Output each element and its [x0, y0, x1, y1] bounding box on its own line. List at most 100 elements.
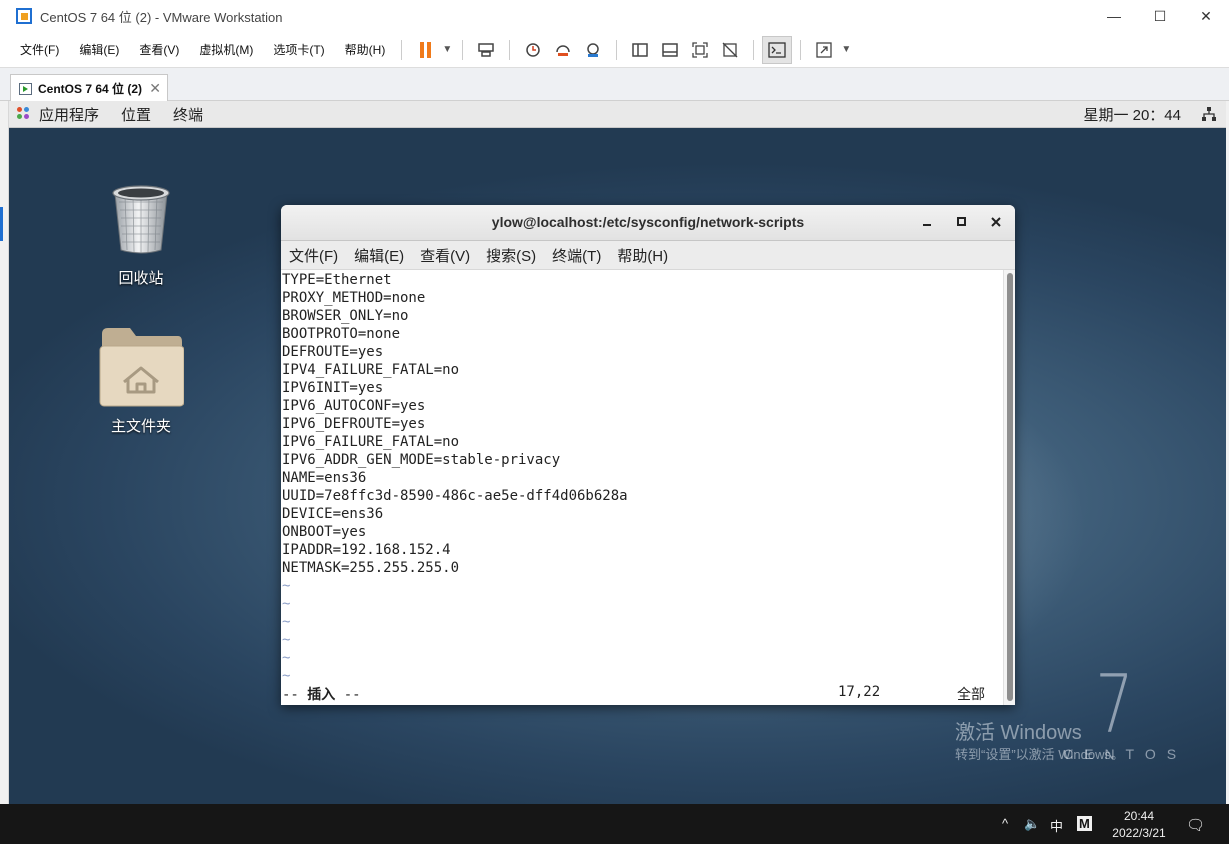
file-line: DEVICE=ens36: [282, 506, 384, 522]
terminal-menu-terminal[interactable]: 终端(T): [552, 245, 601, 266]
trash-icon: [112, 185, 170, 254]
empty-line-marker: ~: [282, 596, 291, 612]
centos-version-watermark: 7: [1095, 658, 1134, 751]
terminal-menu-edit[interactable]: 编辑(E): [354, 245, 404, 266]
home-label: 主文件夹: [110, 418, 171, 435]
gnome-clock[interactable]: 星期一 20：44: [1083, 104, 1181, 125]
windows-taskbar: ^ 🔈 中 M 20:44 2022/3/21 🗨: [0, 804, 1229, 844]
file-line: ONBOOT=yes: [282, 524, 367, 540]
terminal-icon: [768, 41, 786, 58]
minimize-button[interactable]: —: [1091, 0, 1137, 32]
network-icon[interactable]: [1202, 107, 1216, 121]
terminal-titlebar[interactable]: ylow@localhost:/etc/sysconfig/network-sc…: [281, 205, 1015, 241]
close-button[interactable]: ✕: [1183, 0, 1229, 32]
scroll-position: 全部: [957, 687, 985, 703]
menu-view[interactable]: 查看(V): [131, 41, 187, 58]
maximize-button[interactable]: ☐: [1137, 0, 1183, 32]
taskbar-date: 2022/3/21: [1112, 826, 1166, 840]
terminal-window-controls: [919, 213, 1005, 231]
snapshot-manager-icon: [587, 42, 600, 57]
menu-tabs[interactable]: 选项卡(T): [265, 41, 332, 58]
terminal-minimize-button[interactable]: [919, 213, 937, 231]
stretch-guest-button[interactable]: [809, 36, 839, 64]
stretch-dropdown-icon[interactable]: ▼: [839, 36, 853, 64]
file-line: UUID=7e8ffc3d-8590-486c-ae5e-dff4d06b628…: [282, 488, 628, 504]
revert-snapshot-button[interactable]: [548, 36, 578, 64]
desktop-icon-home[interactable]: 主文件夹: [81, 324, 201, 436]
revert-snapshot-icon: [556, 44, 571, 56]
pause-icon: [419, 41, 431, 58]
tab-close-icon[interactable]: ✕: [149, 80, 161, 97]
tray-chevron-icon[interactable]: ^: [1002, 816, 1008, 831]
menu-vm[interactable]: 虚拟机(M): [191, 41, 261, 58]
file-line: IPV6_FAILURE_FATAL=no: [282, 434, 460, 450]
mode-prefix: --: [282, 687, 308, 703]
menu-edit[interactable]: 编辑(E): [71, 41, 127, 58]
snapshot-button[interactable]: [518, 36, 548, 64]
terminal-window[interactable]: ylow@localhost:/etc/sysconfig/network-sc…: [281, 205, 1015, 705]
maximize-icon: [957, 217, 966, 226]
file-line: IPV4_FAILURE_FATAL=no: [282, 362, 460, 378]
toolbar-divider: [462, 39, 464, 60]
full-screen-button[interactable]: [685, 36, 715, 64]
toolbar-divider: [800, 39, 802, 60]
window-title: CentOS 7 64 位 (2) - VMware Workstation: [40, 9, 283, 25]
terminal-menu-view[interactable]: 查看(V): [420, 245, 470, 266]
scrollbar-thumb[interactable]: [1007, 273, 1013, 701]
send-ctrl-alt-del-button[interactable]: [471, 36, 501, 64]
terminal-text-area[interactable]: TYPE=Ethernet PROXY_METHOD=none BROWSER_…: [281, 270, 1003, 705]
terminal-maximize-button[interactable]: [953, 213, 971, 231]
menu-help[interactable]: 帮助(H): [337, 41, 394, 58]
file-line: IPV6_AUTOCONF=yes: [282, 398, 426, 414]
vim-mode-indicator: -- 插入 --: [282, 684, 361, 704]
file-line: IPADDR=192.168.152.4: [282, 542, 451, 558]
terminal-close-button[interactable]: [987, 213, 1005, 231]
terminal-menu-search[interactable]: 搜索(S): [486, 245, 536, 266]
file-line: TYPE=Ethernet: [282, 272, 392, 288]
terminal-menu-help[interactable]: 帮助(H): [617, 245, 668, 266]
desktop-icon-trash[interactable]: 回收站: [81, 180, 201, 288]
cursor-position: 17,22: [838, 684, 881, 700]
file-line: NAME=ens36: [282, 470, 367, 486]
file-line: BOOTPROTO=none: [282, 326, 401, 342]
pause-button[interactable]: [410, 36, 440, 64]
ime-mode-icon[interactable]: M: [1077, 816, 1092, 831]
file-line: PROXY_METHOD=none: [282, 290, 426, 306]
power-dropdown-icon[interactable]: ▼: [440, 36, 454, 64]
sidebar-layout-icon: [632, 42, 649, 57]
bottom-panel-icon: [662, 42, 679, 57]
terminal-title: ylow@localhost:/etc/sysconfig/network-sc…: [491, 214, 805, 230]
unity-button[interactable]: [715, 36, 745, 64]
show-library-button[interactable]: [625, 36, 655, 64]
terminal-scrollbar[interactable]: [1003, 270, 1015, 705]
home-folder-icon: [99, 328, 185, 407]
vmware-logo-icon: [16, 8, 32, 24]
terminal-menu-file[interactable]: 文件(F): [289, 245, 338, 266]
vm-tab[interactable]: CentOS 7 64 位 (2) ✕: [10, 74, 168, 102]
console-view-button[interactable]: [762, 35, 793, 64]
toolbar-divider: [753, 39, 755, 60]
empty-line-marker: ~: [282, 614, 291, 630]
activate-windows-hint: 转到“设置”以激活 Windows。: [955, 747, 1125, 762]
notification-icon[interactable]: 🗨: [1186, 816, 1205, 834]
file-line: IPV6_ADDR_GEN_MODE=stable-privacy: [282, 452, 561, 468]
applications-icon: [17, 107, 31, 121]
vm-tab-label: CentOS 7 64 位 (2): [38, 82, 143, 96]
menu-file[interactable]: 文件(F): [12, 41, 67, 58]
minimize-icon: [923, 224, 931, 226]
toolbar-divider: [509, 39, 511, 60]
volume-icon[interactable]: 🔈: [1024, 816, 1040, 832]
vim-status-line: -- 插入 -- 17,22 全部: [281, 684, 1003, 704]
unity-icon: [722, 42, 738, 57]
file-line: IPV6_DEFROUTE=yes: [282, 416, 426, 432]
toolbar-divider: [616, 39, 618, 60]
applications-menu[interactable]: 应用程序: [17, 104, 99, 125]
thumbnail-bar-button[interactable]: [655, 36, 685, 64]
terminal-menu[interactable]: 终端: [173, 104, 203, 125]
places-menu[interactable]: 位置: [121, 104, 151, 125]
trash-label: 回收站: [118, 270, 164, 287]
file-line: DEFROUTE=yes: [282, 344, 384, 360]
snapshot-manager-button[interactable]: [578, 36, 608, 64]
ime-indicator[interactable]: 中: [1050, 816, 1063, 835]
taskbar-clock[interactable]: 20:44 2022/3/21: [1108, 808, 1170, 842]
